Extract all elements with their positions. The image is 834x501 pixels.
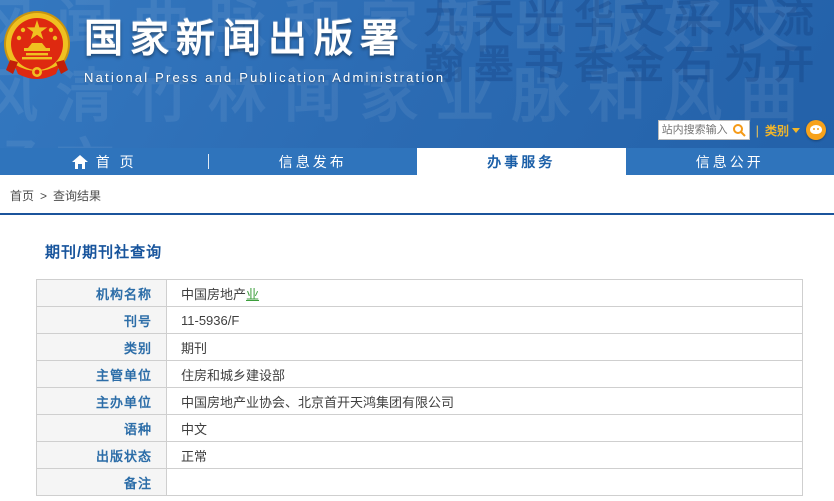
row-label: 主管单位 (36, 360, 167, 388)
table-row: 主管单位 住房和城乡建设部 (36, 360, 803, 388)
table-row: 备注 (36, 468, 803, 496)
wechat-icon[interactable] (806, 120, 826, 140)
row-value: 中国房地产业协会、北京首开天鸿集团有限公司 (166, 387, 803, 415)
search-divider: | (755, 122, 759, 138)
nav-item-label: 办事服务 (487, 153, 556, 170)
table-row: 主办单位 中国房地产业协会、北京首开天鸿集团有限公司 (36, 387, 803, 415)
row-value (166, 468, 803, 496)
query-table-body: 机构名称 中国房地产业 刊号 11-5936/F 类别 期刊 主管单位 住房和城乡建设部 主办单… (36, 279, 803, 496)
row-label: 出版状态 (36, 441, 167, 469)
row-label: 机构名称 (36, 279, 167, 307)
banner-search-row: | 类别 (657, 120, 826, 140)
row-label: 备注 (36, 468, 167, 496)
breadcrumb-separator: > (40, 188, 48, 203)
chevron-down-icon (792, 127, 800, 133)
table-row: 类别 期刊 (36, 333, 803, 361)
category-label: 类别 (764, 123, 789, 138)
home-icon (71, 154, 88, 169)
search-input[interactable] (661, 124, 732, 136)
nav-item-services[interactable]: 办事服务 (417, 148, 626, 175)
row-value: 中文 (166, 414, 803, 442)
row-label: 刊号 (36, 306, 167, 334)
breadcrumb: 首页 > 查询结果 (0, 175, 834, 213)
site-subtitle: National Press and Publication Administr… (84, 70, 446, 85)
site-banner: 风闻曲脉和家新出版好文风清竹林闻家业脉和风曲好文 九天光华文采风流翰墨书香金石为… (0, 0, 834, 148)
search-icon[interactable] (732, 123, 746, 137)
banner-watermark-dark: 九天光华文采风流翰墨书香金石为开 (424, 0, 824, 87)
nav-item-disclosure[interactable]: 信息公开 (626, 148, 834, 175)
table-row: 语种 中文 (36, 414, 803, 442)
query-result-table: 机构名称 中国房地产业 刊号 11-5936/F 类别 期刊 主管单位 住房和城乡建设部 主办单… (36, 279, 803, 496)
breadcrumb-home-link[interactable]: 首页 (10, 187, 34, 204)
page-title: 期刊/期刊社查询 (45, 244, 163, 261)
national-emblem-logo (4, 11, 70, 79)
nav-item-label: 信息发布 (278, 153, 347, 170)
row-label: 语种 (36, 414, 167, 442)
row-label: 主办单位 (36, 387, 167, 415)
row-value: 期刊 (166, 333, 803, 361)
site-brand: 国家新闻出版署 National Press and Publication A… (84, 8, 445, 85)
nav-item-home[interactable]: 首 页 (0, 148, 209, 175)
row-value: 11-5936/F (166, 306, 803, 334)
table-row: 出版状态 正常 (36, 441, 803, 469)
nav-item-news[interactable]: 信息发布 (209, 148, 418, 175)
row-value: 住房和城乡建设部 (166, 360, 803, 388)
nav-item-label: 首 页 (95, 153, 137, 170)
row-value: 中国房地产业 (166, 279, 803, 307)
category-dropdown[interactable]: 类别 (765, 122, 800, 139)
nav-item-label: 信息公开 (695, 153, 764, 170)
main-nav: 首 页 信息发布 办事服务 信息公开 (0, 148, 834, 175)
row-value: 正常 (166, 441, 803, 469)
highlighted-keyword[interactable]: 业 (246, 287, 259, 302)
site-title: 国家新闻出版署 (84, 18, 407, 61)
breadcrumb-divider (0, 213, 834, 215)
row-label: 类别 (36, 333, 167, 361)
table-row: 刊号 11-5936/F (36, 306, 803, 334)
site-search-box (657, 120, 750, 140)
table-row: 机构名称 中国房地产业 (36, 279, 803, 307)
value-text: 中国房地产 (181, 286, 247, 302)
content-area: 首页 > 查询结果 期刊/期刊社查询 机构名称 中国房地产业 刊号 11-5936/F… (0, 175, 834, 496)
breadcrumb-current: 查询结果 (53, 189, 102, 203)
